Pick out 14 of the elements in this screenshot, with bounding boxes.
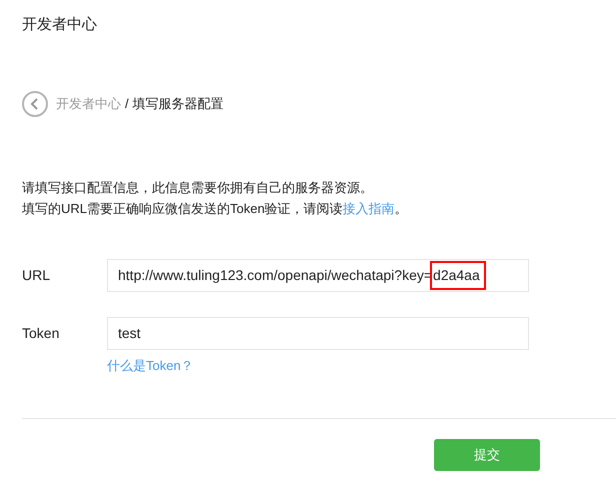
field-label: URL <box>22 266 52 285</box>
intro-text: 请填写接口配置信息，此信息需要你拥有自己的服务器资源。 <box>22 179 374 197</box>
field-label: Token <box>22 324 60 343</box>
guide-link[interactable]: 接入指南 <box>342 201 395 216</box>
back-button[interactable] <box>22 91 48 117</box>
breadcrumb-current: 填写服务器配置 <box>132 95 224 114</box>
breadcrumb-separator: / <box>125 95 129 114</box>
input-field[interactable]: http://www.tuling123.com/openapi/wechatapi?key=d2a4aa <box>107 259 529 292</box>
submit-button[interactable]: 提交 <box>434 439 540 471</box>
input-field[interactable]: test <box>107 317 529 350</box>
breadcrumb-link[interactable]: 开发者中心 <box>56 94 121 114</box>
intro-text: 填写的URL需要正确响应微信发送的Token验证，请阅读接入指南。 <box>22 200 409 218</box>
page-title: 开发者中心 <box>21 15 98 35</box>
help-link[interactable]: 什么是Token？ <box>107 358 194 373</box>
